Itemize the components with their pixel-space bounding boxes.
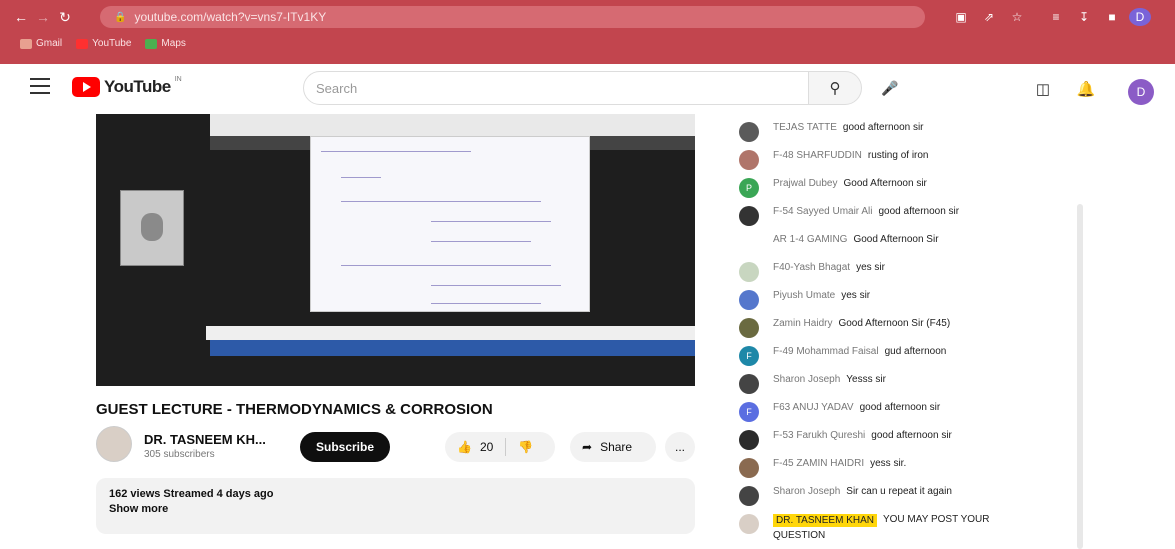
views-and-date: 162 views Streamed 4 days ago	[109, 488, 274, 500]
bookmark-star-icon[interactable]: ☆	[1006, 8, 1028, 26]
description-box[interactable]: 162 views Streamed 4 days ago Show more	[96, 478, 695, 534]
whiteboard-frame	[310, 136, 590, 312]
video-browser-bar	[210, 114, 695, 136]
download-icon[interactable]: ↧	[1073, 8, 1095, 26]
microphone-icon[interactable]: 🎤	[878, 76, 902, 100]
forward-arrow-icon[interactable]: →	[32, 6, 54, 28]
chat-message: F-53 Farukh Qureshi good afternoon sir	[739, 430, 952, 450]
more-actions-button[interactable]: ...	[665, 432, 695, 462]
youtube-play-icon	[72, 77, 100, 97]
youtube-logo[interactable]: YouTube IN	[72, 76, 182, 97]
chat-avatar: P	[739, 178, 759, 198]
chat-avatar	[739, 374, 759, 394]
chat-avatar	[739, 290, 759, 310]
chat-avatar	[739, 122, 759, 142]
chat-message: P Prajwal Dubey Good Afternoon sir	[739, 178, 927, 198]
chat-avatar	[739, 150, 759, 170]
chat-avatar	[739, 430, 759, 450]
chat-message: F-48 SHARFUDDIN rusting of iron	[739, 150, 929, 170]
window-icon[interactable]: ■	[1101, 8, 1123, 26]
bookmark-maps[interactable]: Maps	[145, 38, 186, 49]
thumbs-up-icon: 👍	[457, 440, 472, 454]
share-button[interactable]: ➦ Share	[570, 432, 656, 462]
like-dislike-group: 👍 20 👎	[445, 432, 555, 462]
search-button[interactable]: ⚲	[808, 71, 862, 105]
search-input[interactable]: Search	[303, 71, 823, 105]
video-taskbar	[210, 340, 695, 356]
maps-icon	[145, 38, 158, 49]
like-button[interactable]: 👍 20	[445, 440, 493, 454]
channel-name[interactable]: DR. TASNEEM KH...	[144, 432, 266, 447]
chat-message: Zamin Haidry Good Afternoon Sir (F45)	[739, 318, 950, 338]
hamburger-menu-icon[interactable]	[30, 78, 50, 94]
gmail-icon	[20, 38, 32, 49]
channel-avatar[interactable]	[96, 426, 132, 462]
reload-icon[interactable]: ↻	[54, 6, 76, 28]
create-video-icon[interactable]: ◫	[1030, 76, 1056, 102]
browser-profile-icon[interactable]: D	[1129, 8, 1151, 26]
video-player[interactable]	[96, 114, 695, 386]
owner-badge[interactable]: DR. TASNEEM KHAN	[773, 514, 877, 527]
chat-message: Sharon Joseph Sir can u repeat it again	[739, 486, 952, 506]
webcam-thumbnail	[120, 190, 184, 266]
chat-avatar	[739, 486, 759, 506]
address-row: ← → ↻ 🔒 youtube.com/watch?v=vns7-ITv1KY …	[0, 4, 1175, 30]
bookmarks-bar: Gmail YouTube Maps	[20, 38, 186, 49]
reading-list-icon[interactable]: ≡	[1045, 8, 1067, 26]
chat-avatar	[739, 318, 759, 338]
chat-message-owner: DR. TASNEEM KHAN YOU MAY POST YOUR QUEST…	[739, 514, 990, 541]
chat-avatar	[739, 458, 759, 478]
chat-message: TEJAS TATTE good afternoon sir	[739, 122, 924, 142]
chat-message: AR 1-4 GAMING Good Afternoon Sir	[739, 234, 939, 254]
subscriber-count: 305 subscribers	[144, 449, 215, 460]
video-title: GUEST LECTURE - THERMODYNAMICS & CORROSI…	[96, 401, 493, 418]
browser-toolbar-icons: ▣ ⇗ ☆	[950, 8, 1028, 26]
chat-avatar: F	[739, 402, 759, 422]
notifications-bell-icon[interactable]: 🔔	[1073, 76, 1099, 102]
chat-avatar: F	[739, 346, 759, 366]
subscribe-button[interactable]: Subscribe	[300, 432, 390, 462]
search-icon: ⚲	[829, 80, 841, 97]
chat-scrollbar[interactable]	[1077, 204, 1083, 549]
browser-chrome: ← → ↻ 🔒 youtube.com/watch?v=vns7-ITv1KY …	[0, 0, 1175, 64]
dislike-button[interactable]: 👎	[518, 440, 533, 454]
chat-message: F40-Yash Bhagat yes sir	[739, 262, 885, 282]
show-more-link[interactable]: Show more	[109, 503, 682, 515]
bookmark-gmail[interactable]: Gmail	[20, 38, 62, 49]
share-arrow-icon: ➦	[582, 440, 593, 454]
chat-avatar	[739, 514, 759, 534]
live-chat-panel: TEJAS TATTE good afternoon sir F-48 SHAR…	[735, 114, 1085, 549]
chat-message: F F-49 Mohammad Faisal gud afternoon	[739, 346, 946, 366]
lock-icon: 🔒	[114, 11, 127, 23]
share-page-icon[interactable]: ⇗	[978, 8, 1000, 26]
youtube-masthead: YouTube IN Search ⚲ 🎤 ◫ 🔔 D	[0, 64, 1175, 114]
bookmark-youtube[interactable]: YouTube	[76, 38, 131, 49]
chat-message: F-45 ZAMIN HAIDRI yess sir.	[739, 458, 906, 478]
browser-extension-icons: ≡ ↧ ■ D	[1045, 8, 1151, 26]
back-arrow-icon[interactable]: ←	[10, 6, 32, 28]
chat-avatar	[739, 262, 759, 282]
chat-message: Sharon Joseph Yesss sir	[739, 374, 886, 394]
address-bar[interactable]: 🔒 youtube.com/watch?v=vns7-ITv1KY	[100, 6, 925, 28]
google-lens-icon[interactable]: ▣	[950, 8, 972, 26]
account-avatar[interactable]: D	[1128, 79, 1154, 105]
chat-avatar	[739, 234, 759, 254]
like-count: 20	[479, 440, 494, 454]
chat-message: F F63 ANUJ YADAV good afternoon sir	[739, 402, 940, 422]
chat-message: F-54 Sayyed Umair Ali good afternoon sir	[739, 206, 959, 226]
video-bottom-strip	[206, 326, 695, 340]
chat-message: Piyush Umate yes sir	[739, 290, 870, 310]
url-text: youtube.com/watch?v=vns7-ITv1KY	[134, 10, 327, 24]
youtube-bookmark-icon	[76, 38, 89, 49]
chat-avatar	[739, 206, 759, 226]
